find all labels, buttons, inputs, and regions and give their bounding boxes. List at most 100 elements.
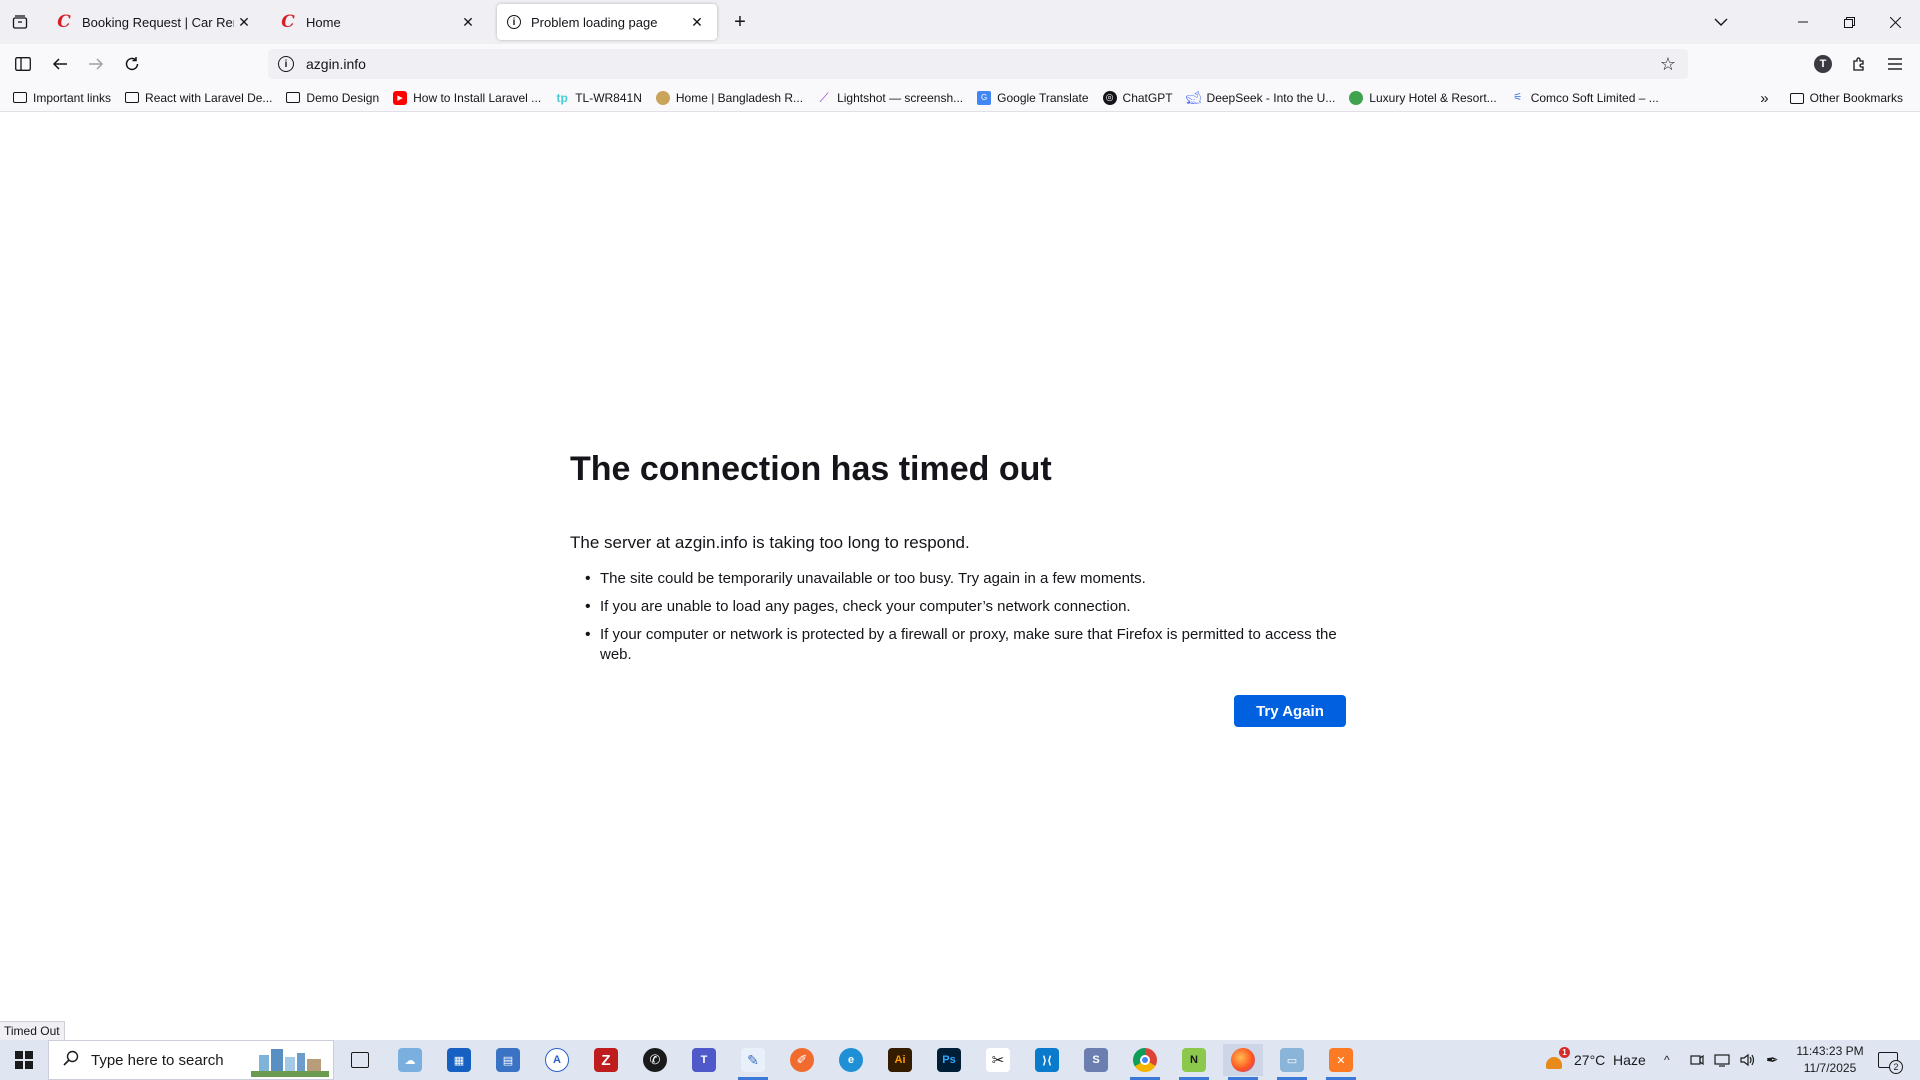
bookmark-label: DeepSeek - Into the U... xyxy=(1206,90,1336,105)
volume-icon[interactable] xyxy=(1740,1040,1756,1080)
list-all-tabs-button[interactable] xyxy=(1698,0,1744,44)
weather-widget[interactable]: 1 27°C Haze xyxy=(1544,1040,1646,1080)
bookmark-item[interactable]: tp TL-WR841N xyxy=(550,86,647,110)
bookmark-label: Lightshot — screensh... xyxy=(837,90,964,105)
taskbar-app-paint[interactable]: ✎ xyxy=(733,1044,773,1080)
try-again-button[interactable]: Try Again xyxy=(1234,695,1346,727)
hamburger-icon xyxy=(1888,58,1902,70)
restore-button[interactable] xyxy=(1826,0,1872,44)
url-text[interactable]: azgin.info xyxy=(306,56,366,72)
bookmark-label: Google Translate xyxy=(997,90,1089,105)
taskbar-app-edge[interactable]: e xyxy=(831,1044,871,1076)
bookmark-item[interactable]: Luxury Hotel & Resort... xyxy=(1344,86,1501,110)
teams-icon: T xyxy=(692,1048,716,1072)
firefox-view-button[interactable] xyxy=(0,0,40,44)
bookmark-item[interactable]: G Google Translate xyxy=(972,86,1093,110)
taskbar-clock[interactable]: 11:43:23 PM 11/7/2025 xyxy=(1790,1043,1870,1077)
error-tip: If you are unable to load any pages, che… xyxy=(585,597,1346,617)
taskbar-app-vscode[interactable]: ⟩⟨ xyxy=(1027,1044,1067,1076)
bookmark-item[interactable]: Home | Bangladesh R... xyxy=(651,86,808,110)
firefox-icon xyxy=(1231,1048,1255,1072)
taskbar-app-file-transfer[interactable]: ☁ xyxy=(390,1044,430,1076)
close-icon xyxy=(1889,16,1901,28)
taskbar-app-translator[interactable]: A xyxy=(537,1044,577,1076)
bookmark-label: ChatGPT xyxy=(1122,90,1173,105)
taskbar-app-explorer[interactable]: ▭ xyxy=(1272,1044,1312,1080)
taskbar-app-swift[interactable]: ✐ xyxy=(782,1044,822,1076)
folder-icon xyxy=(1789,92,1804,104)
bookmark-item[interactable]: Demo Design xyxy=(281,86,384,110)
edge-icon: e xyxy=(839,1048,863,1072)
taskbar-search[interactable]: Type here to search xyxy=(48,1040,334,1080)
taskbar-app-notepad[interactable]: N xyxy=(1174,1044,1214,1080)
taskbar-app-whatsapp[interactable]: ✆ xyxy=(635,1044,675,1076)
tab-home[interactable]: C Home ✕ xyxy=(270,4,488,40)
extensions-button[interactable] xyxy=(1845,50,1873,78)
account-button[interactable]: T xyxy=(1809,50,1837,78)
meet-now-icon[interactable] xyxy=(1690,1040,1704,1080)
taskbar-app-chrome[interactable] xyxy=(1125,1044,1165,1080)
translate-icon: G xyxy=(977,90,992,105)
pen-menu-icon[interactable]: ✒ xyxy=(1766,1040,1779,1080)
url-bar[interactable]: i azgin.info ☆ xyxy=(268,49,1688,79)
close-tab-icon[interactable]: ✕ xyxy=(458,12,478,32)
taskbar-app-teams[interactable]: T xyxy=(684,1044,724,1076)
show-hidden-icons[interactable]: ^ xyxy=(1664,1040,1670,1080)
bookmark-item[interactable]: ▶ How to Install Laravel ... xyxy=(388,86,546,110)
site-info-icon[interactable]: i xyxy=(278,56,294,72)
close-tab-icon[interactable]: ✕ xyxy=(687,12,707,32)
taskbar-app-illustrator[interactable]: Ai xyxy=(880,1044,920,1076)
capcut-icon: ✂ xyxy=(986,1048,1010,1072)
tab-booking-request[interactable]: C Booking Request | Car Rental Pl ✕ xyxy=(46,4,264,40)
error-title: The connection has timed out xyxy=(570,450,1052,488)
paint-icon: ✎ xyxy=(741,1048,765,1072)
minimize-button[interactable] xyxy=(1780,0,1826,44)
clock-date: 11/7/2025 xyxy=(1803,1061,1857,1075)
taskbar-app-store[interactable]: ▦ xyxy=(439,1044,479,1076)
bookmark-star-icon[interactable]: ☆ xyxy=(1660,54,1676,75)
editor-icon: S xyxy=(1084,1048,1108,1072)
taskbar-app-photoshop[interactable]: Ps xyxy=(929,1044,969,1076)
navigation-toolbar: i azgin.info ☆ T xyxy=(0,44,1920,84)
taskbar-app-filezilla[interactable]: Z xyxy=(586,1044,626,1076)
error-tips-list: The site could be temporarily unavailabl… xyxy=(570,569,1346,665)
close-window-button[interactable] xyxy=(1872,0,1918,44)
tab-problem-loading[interactable]: i Problem loading page ✕ xyxy=(497,4,717,40)
taskbar-app-calculator[interactable]: ▤ xyxy=(488,1044,528,1076)
tab-title: Booking Request | Car Rental Pl xyxy=(82,14,234,30)
sidebar-toggle-button[interactable] xyxy=(9,50,37,78)
task-view-button[interactable] xyxy=(340,1044,380,1076)
menu-button[interactable] xyxy=(1881,50,1909,78)
bangladesh-icon xyxy=(655,90,670,105)
error-description: The server at azgin.info is taking too l… xyxy=(570,533,970,552)
back-button[interactable] xyxy=(46,50,74,78)
folder-icon xyxy=(286,92,301,103)
network-icon[interactable] xyxy=(1714,1040,1730,1080)
reload-button[interactable] xyxy=(118,50,146,78)
taskbar-app-xampp[interactable]: ✕ xyxy=(1321,1044,1361,1080)
forward-button[interactable] xyxy=(82,50,110,78)
swift-icon: ✐ xyxy=(790,1048,814,1072)
bookmark-item[interactable]: ⚟ Comco Soft Limited – ... xyxy=(1506,86,1664,110)
start-button[interactable] xyxy=(0,1040,48,1080)
bookmark-item[interactable]: ⟋ Lightshot — screensh... xyxy=(812,86,968,110)
notification-center-button[interactable]: 2 xyxy=(1878,1040,1903,1080)
taskbar-app-firefox[interactable] xyxy=(1223,1044,1263,1080)
bookmark-item[interactable]: 🐋︎ DeepSeek - Into the U... xyxy=(1182,86,1341,110)
firefox-view-icon xyxy=(12,15,28,29)
deepseek-icon: 🐋︎ xyxy=(1185,89,1202,105)
bookmark-item[interactable]: ◎ ChatGPT xyxy=(1098,86,1178,110)
chevron-double-right-icon[interactable]: » xyxy=(1760,90,1768,107)
other-bookmarks[interactable]: Other Bookmarks xyxy=(1785,86,1908,110)
taskbar-app-capcut[interactable]: ✂ xyxy=(978,1044,1018,1076)
taskbar-app-sublime[interactable]: S xyxy=(1076,1044,1116,1076)
bookmark-label: Important links xyxy=(33,90,112,105)
tab-title: Home xyxy=(306,14,341,30)
info-icon: i xyxy=(507,15,521,29)
notification-icon: 2 xyxy=(1878,1052,1903,1074)
bookmark-item[interactable]: React with Laravel De... xyxy=(120,86,277,110)
new-tab-button[interactable]: + xyxy=(728,10,752,34)
bookmark-item[interactable]: Important links xyxy=(8,86,116,110)
arrow-right-icon xyxy=(89,58,104,70)
close-tab-icon[interactable]: ✕ xyxy=(234,12,254,32)
